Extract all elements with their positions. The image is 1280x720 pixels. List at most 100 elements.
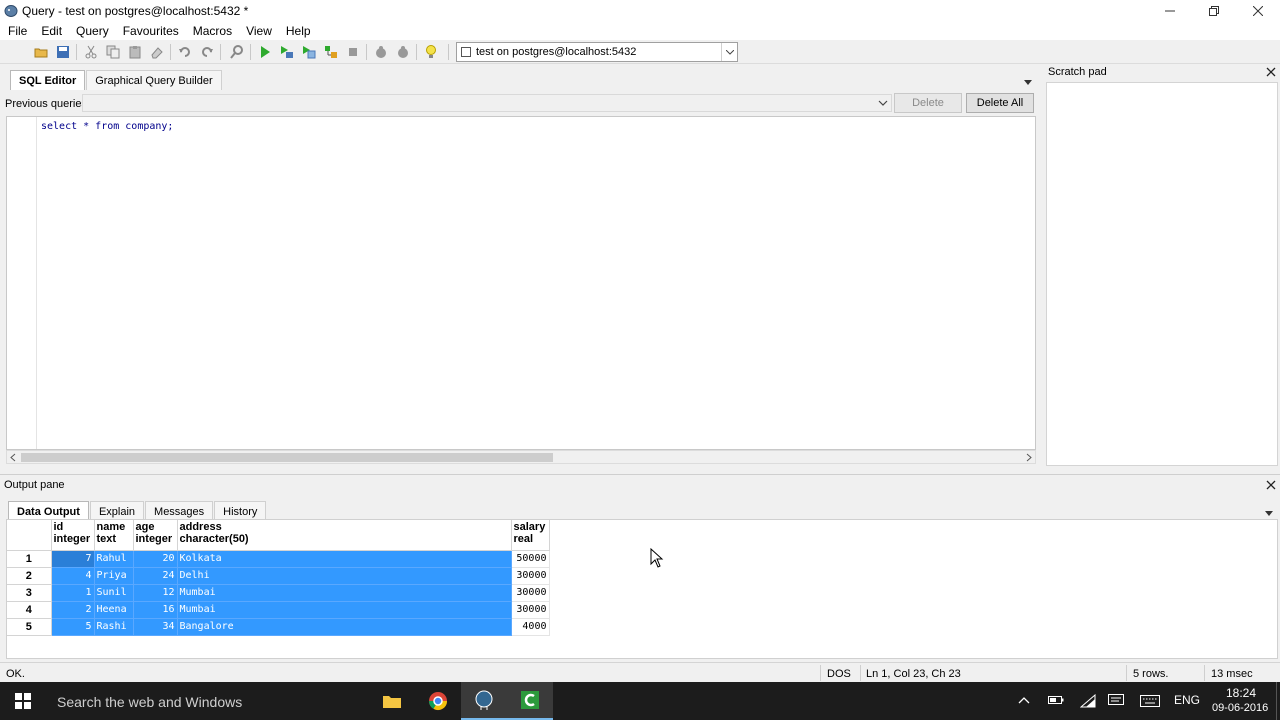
table-row[interactable]: 3 1 Sunil 12 Mumbai 30000 xyxy=(7,584,550,602)
explain-button[interactable] xyxy=(322,43,340,61)
sql-code-editor[interactable]: select * from company; xyxy=(6,116,1036,450)
output-panel-menu-icon[interactable] xyxy=(1265,507,1273,519)
execute-pgscript-button[interactable] xyxy=(278,43,296,61)
battery-icon[interactable] xyxy=(1048,695,1064,708)
row-number[interactable]: 1 xyxy=(7,550,52,568)
clock-time[interactable]: 18:24 xyxy=(1226,686,1256,700)
cell-salary[interactable]: 30000 xyxy=(511,584,550,602)
taskbar-chrome[interactable] xyxy=(415,682,461,720)
paste-button[interactable] xyxy=(126,43,144,61)
menu-file[interactable]: File xyxy=(8,24,27,38)
execute-to-file-button[interactable] xyxy=(300,43,318,61)
menu-favourites[interactable]: Favourites xyxy=(123,24,179,38)
column-header-salary[interactable]: salary real xyxy=(511,520,550,551)
help-button[interactable] xyxy=(422,43,440,61)
previous-queries-select[interactable] xyxy=(82,94,892,112)
find-button[interactable] xyxy=(228,43,246,61)
close-icon[interactable] xyxy=(1266,480,1276,490)
cell-age[interactable]: 12 xyxy=(133,584,178,602)
cell-id[interactable]: 1 xyxy=(51,584,95,602)
tab-messages[interactable]: Messages xyxy=(145,501,214,521)
minimize-button[interactable] xyxy=(1148,0,1192,22)
connection-dropdown-button[interactable] xyxy=(721,43,737,61)
tab-explain[interactable]: Explain xyxy=(89,501,145,521)
editor-horizontal-scrollbar[interactable] xyxy=(6,450,1036,464)
menu-edit[interactable]: Edit xyxy=(41,24,62,38)
copy-button[interactable] xyxy=(104,43,122,61)
table-row[interactable]: 2 4 Priya 24 Delhi 30000 xyxy=(7,567,550,585)
row-number[interactable]: 5 xyxy=(7,618,52,636)
cell-name[interactable]: Sunil xyxy=(94,584,134,602)
show-desktop-button[interactable] xyxy=(1276,682,1280,720)
action-center-icon[interactable] xyxy=(1108,694,1124,711)
taskbar-file-explorer[interactable] xyxy=(369,682,415,720)
tray-overflow-chevron-icon[interactable] xyxy=(1018,695,1030,707)
column-header-address[interactable]: address character(50) xyxy=(177,520,512,551)
column-header-id[interactable]: id integer xyxy=(51,520,95,551)
column-header-name[interactable]: name text xyxy=(94,520,134,551)
close-icon[interactable] xyxy=(1266,67,1276,77)
cell-age[interactable]: 16 xyxy=(133,601,178,619)
taskbar-camtasia[interactable] xyxy=(507,682,553,720)
cancel-query-button[interactable] xyxy=(344,43,362,61)
table-row[interactable]: 5 5 Rashi 34 Bangalore 4000 xyxy=(7,618,550,636)
tab-sql-editor[interactable]: SQL Editor xyxy=(10,70,86,90)
tab-graphical-query-builder[interactable]: Graphical Query Builder xyxy=(86,70,222,90)
cell-salary[interactable]: 4000 xyxy=(511,618,550,636)
scratch-pad-textarea[interactable] xyxy=(1046,82,1278,466)
taskbar-search-input[interactable]: Search the web and Windows xyxy=(57,694,242,710)
cell-address[interactable]: Mumbai xyxy=(177,584,512,602)
cell-name[interactable]: Priya xyxy=(94,567,134,585)
cell-address[interactable]: Bangalore xyxy=(177,618,512,636)
cell-name[interactable]: Rashi xyxy=(94,618,134,636)
language-indicator[interactable]: ENG xyxy=(1174,693,1200,707)
cell-address[interactable]: Delhi xyxy=(177,567,512,585)
cell-name[interactable]: Rahul xyxy=(94,550,134,568)
row-number[interactable]: 3 xyxy=(7,584,52,602)
open-file-button[interactable] xyxy=(32,43,50,61)
cell-id[interactable]: 2 xyxy=(51,601,95,619)
cell-id[interactable]: 5 xyxy=(51,618,95,636)
cell-age[interactable]: 24 xyxy=(133,567,178,585)
menu-macros[interactable]: Macros xyxy=(193,24,232,38)
table-row[interactable]: 1 7 Rahul 20 Kolkata 50000 xyxy=(7,550,550,568)
scroll-right-icon[interactable] xyxy=(1025,453,1033,462)
cell-age[interactable]: 34 xyxy=(133,618,178,636)
start-button[interactable] xyxy=(0,682,46,720)
execute-button[interactable] xyxy=(256,43,274,61)
clear-button[interactable] xyxy=(148,43,166,61)
wifi-icon[interactable] xyxy=(1079,693,1096,711)
cell-age[interactable]: 20 xyxy=(133,550,178,568)
rollback-button[interactable] xyxy=(394,43,412,61)
cut-button[interactable] xyxy=(82,43,100,61)
editor-panel-menu-icon[interactable] xyxy=(1024,76,1032,88)
cell-address[interactable]: Mumbai xyxy=(177,601,512,619)
clock-date[interactable]: 09-06-2016 xyxy=(1212,702,1268,714)
row-number[interactable]: 2 xyxy=(7,567,52,585)
cell-salary[interactable]: 50000 xyxy=(511,550,550,568)
cell-salary[interactable]: 30000 xyxy=(511,601,550,619)
delete-all-button[interactable]: Delete All xyxy=(966,93,1034,113)
connection-select[interactable]: test on postgres@localhost:5432 xyxy=(456,42,738,62)
tab-data-output[interactable]: Data Output xyxy=(8,501,89,521)
restore-button[interactable] xyxy=(1192,0,1236,22)
cell-salary[interactable]: 30000 xyxy=(511,567,550,585)
column-header-age[interactable]: age integer xyxy=(133,520,178,551)
undo-button[interactable] xyxy=(176,43,194,61)
cell-address[interactable]: Kolkata xyxy=(177,550,512,568)
keyboard-icon[interactable] xyxy=(1140,695,1160,710)
tab-history[interactable]: History xyxy=(214,501,267,521)
table-row[interactable]: 4 2 Heena 16 Mumbai 30000 xyxy=(7,601,550,619)
cell-id[interactable]: 4 xyxy=(51,567,95,585)
scrollbar-thumb[interactable] xyxy=(21,453,553,462)
cell-id[interactable]: 7 xyxy=(51,550,95,568)
close-window-button[interactable] xyxy=(1236,0,1280,22)
redo-button[interactable] xyxy=(198,43,216,61)
menu-help[interactable]: Help xyxy=(286,24,311,38)
sql-code-text[interactable]: select * from company; xyxy=(41,121,173,132)
data-output-grid[interactable]: id integer name text age integer address cha… xyxy=(6,519,1278,659)
save-button[interactable] xyxy=(54,43,72,61)
scroll-left-icon[interactable] xyxy=(9,453,17,462)
menu-view[interactable]: View xyxy=(246,24,272,38)
cell-name[interactable]: Heena xyxy=(94,601,134,619)
